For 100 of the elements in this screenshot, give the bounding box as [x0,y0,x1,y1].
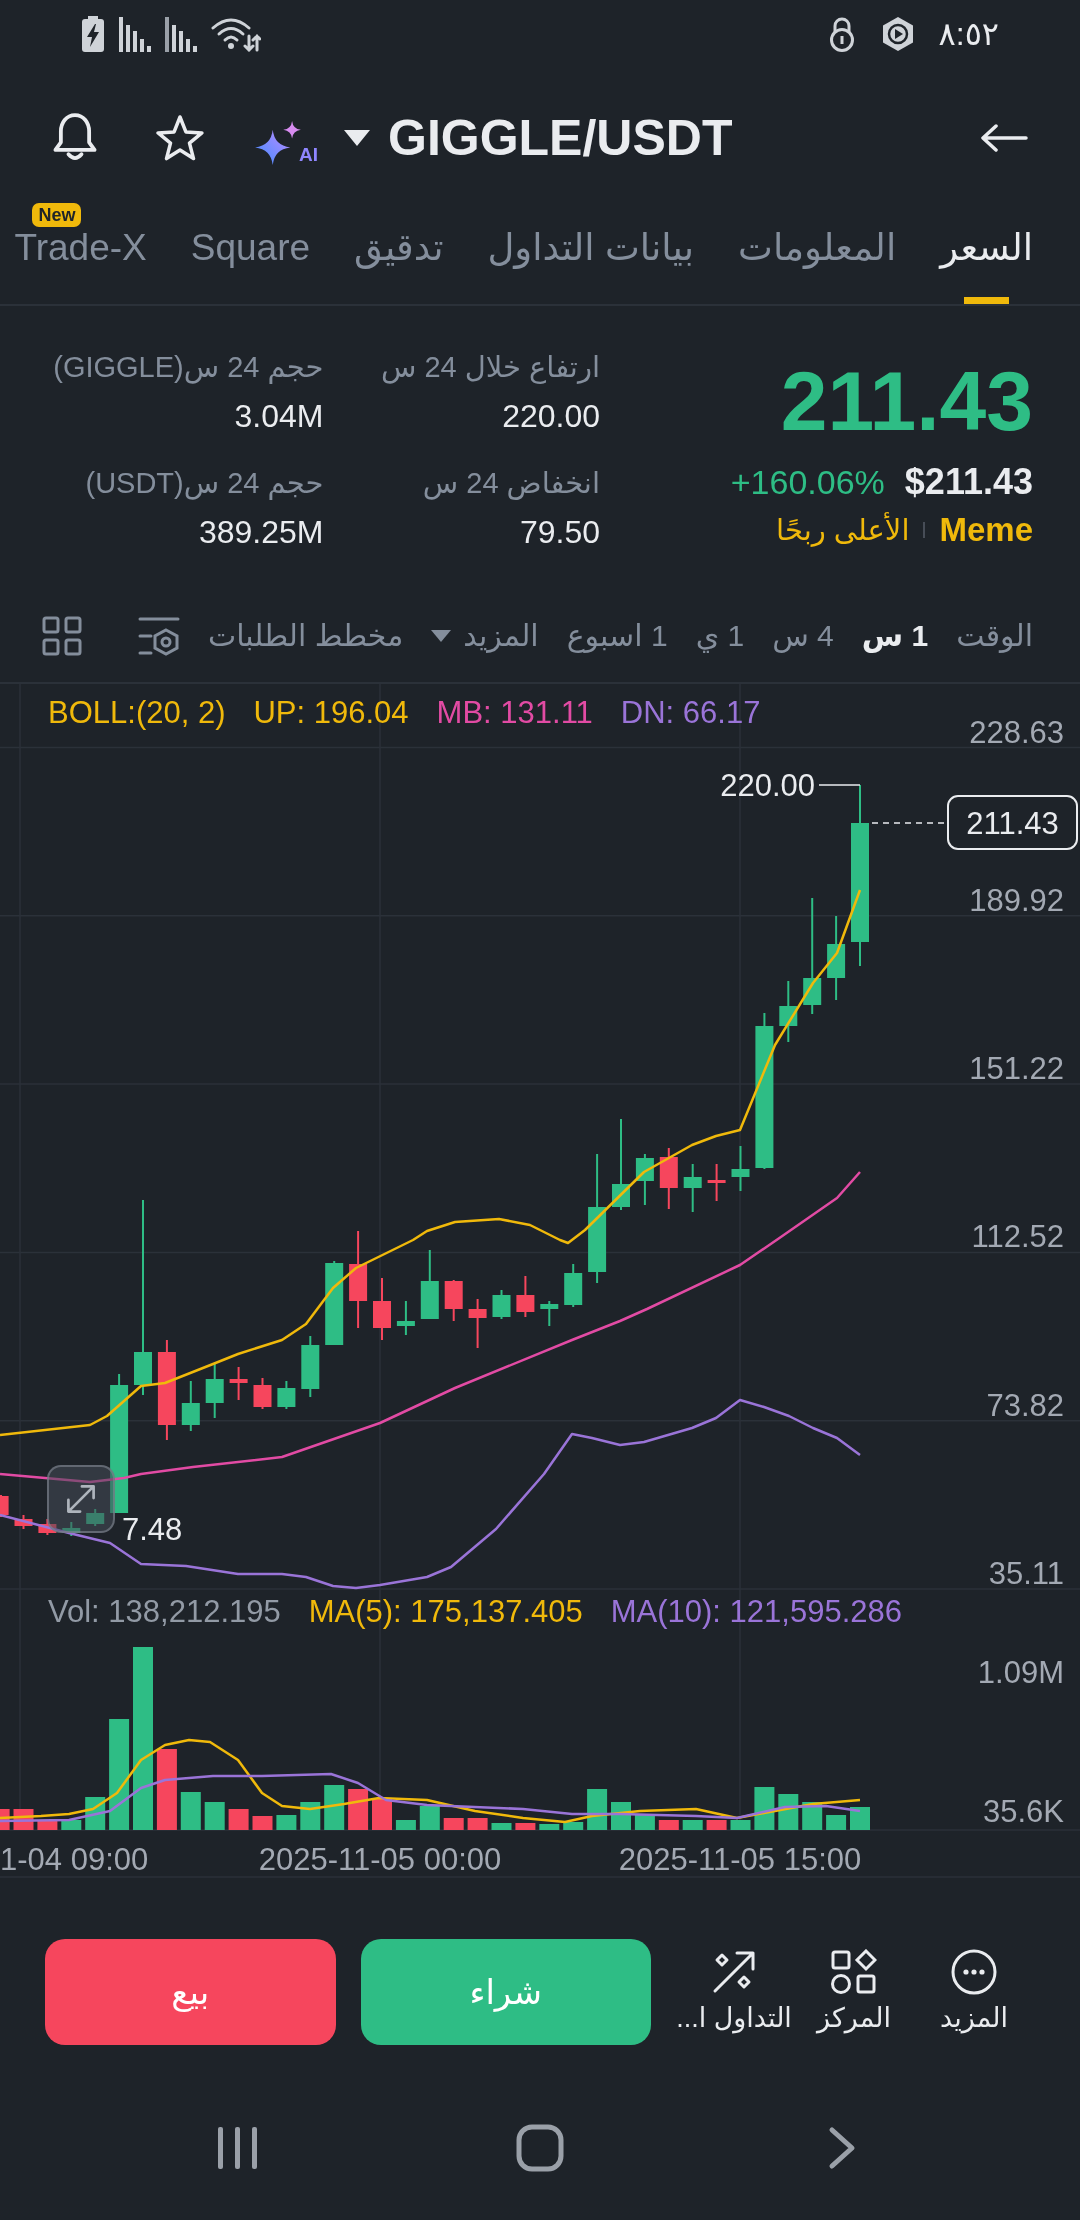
bearish-candle [38,1518,57,1536]
volume-axis-label: 35.6K [983,1794,1064,1829]
shapes-icon [831,1949,877,1995]
leader-line [818,784,861,786]
bullish-candle [635,1153,654,1206]
trend-arrow-icon [711,1949,757,1995]
hexagon-play-icon [880,16,915,52]
bullish-candle [540,1300,559,1327]
bullish-candle [205,1363,224,1419]
indicator-legend: BOLL:(20, 2) [48,695,226,731]
expand-button[interactable] [47,1465,115,1533]
back-arrow-icon[interactable] [980,123,1028,153]
tag-link[interactable]: الأعلى ربحًا [776,510,910,550]
bullish-candle [86,1508,105,1527]
volume-bar [372,1799,392,1830]
bullish-candle [683,1163,702,1213]
tab[interactable]: Trade-X [14,228,147,268]
trade-button[interactable]: التداول ا... [678,1949,790,2035]
tag-link[interactable]: Meme [939,510,1033,550]
high-price-label: 220.00 [720,768,815,803]
volume-bar [395,1820,416,1830]
bearish-candle [659,1147,678,1210]
price-axis-label: 73.82 [986,1387,1064,1423]
interval-tab[interactable]: 1 ي [695,616,745,656]
volume-bar [730,1820,751,1830]
low-price-label: 7.48 [122,1512,183,1547]
bullish-candle [779,980,798,1043]
volume-bar [276,1815,297,1830]
star-icon[interactable] [155,115,205,161]
volume-bar [754,1787,775,1830]
volume-bar [587,1789,608,1830]
new-badge: New [32,203,82,227]
bullish-candle [301,1335,320,1398]
bearish-candle [253,1377,272,1410]
more-dropdown[interactable]: المزيد [431,616,539,656]
price-change: +160.06% [730,462,885,503]
bearish-candle [444,1279,463,1322]
grid-layout-icon[interactable] [41,616,82,656]
indicator-legend: MB: 131.11 [436,695,593,731]
tab[interactable]: بيانات التداول [487,228,695,268]
toolbar-label: الوقت [956,618,1033,655]
indicator-legend: DN: 66.17 [620,695,761,731]
depth-chart-button[interactable]: مخطط الطلبات [207,616,404,656]
volume-bar [539,1824,560,1830]
last-price-tag: 211.43 [947,795,1078,850]
stat-value: 389.25M [198,513,324,552]
last-price: 211.43 [780,356,1033,446]
volume-bar [850,1807,870,1830]
sell-button[interactable]: بيع [45,1939,336,2045]
time-axis-label: 1-04 09:00 [0,1842,149,1877]
ai-button[interactable]: AI [255,111,318,165]
price-axis-label: 228.63 [969,714,1064,750]
tab[interactable]: Square [190,228,311,268]
chart-settings-icon[interactable] [137,615,180,657]
bullish-candle [420,1249,439,1320]
bullish-candle [181,1380,200,1432]
bearish-candle [0,1494,9,1518]
sparkle-icon [255,121,301,165]
interval-tab[interactable]: 4 س [772,616,834,656]
bullish-candle [492,1289,511,1320]
home-icon[interactable] [516,2124,564,2172]
signal-icon [165,16,197,52]
back-icon[interactable] [828,2126,856,2170]
stat-label: حجم 24 س(GIGGLE) [53,350,324,386]
position-button[interactable]: المركز [798,1949,910,2035]
price-axis-label: 189.92 [969,882,1064,918]
stat-value: 79.50 [519,513,600,552]
volume-legend: Vol: 138,212.195 [48,1594,281,1630]
interval-tab[interactable]: 1 س [861,616,929,656]
pair-selector[interactable]: GIGGLE/USDT [344,109,733,167]
bearish-candle [468,1298,487,1349]
recent-apps-icon[interactable] [218,2127,258,2169]
stat-value: 3.04M [234,397,324,436]
bearish-candle [14,1514,33,1530]
bullish-candle [396,1300,415,1336]
volume-legend: MA(5): 175,137.405 [308,1594,583,1630]
price-axis-label: 112.52 [971,1219,1064,1255]
more-button[interactable]: المزيد [918,1949,1030,2035]
interval-tab[interactable]: 1 اسبوع [566,616,668,656]
stat-label: انخفاض 24 س [422,466,600,502]
status-time: ٨:٥٢ [938,15,999,54]
indicator-legend: UP: 196.04 [253,695,409,731]
volume-bar [61,1820,82,1830]
usd-price: $211.43 [904,460,1033,504]
buy-button[interactable]: شراء [360,1939,651,2045]
bullish-candle [564,1263,583,1308]
volume-bar [682,1820,703,1830]
tab[interactable]: المعلومات [738,228,897,268]
volume-bar [515,1823,536,1830]
bullish-candle [731,1145,750,1192]
tab[interactable]: تدقيق [354,228,444,268]
tab-indicator [964,297,1010,304]
volume-bar [204,1802,225,1830]
volume-bar [563,1822,584,1830]
bullish-candle [62,1521,81,1537]
volume-axis-label: 1.09M [977,1655,1064,1690]
stat-label: حجم 24 س(USDT) [85,466,324,502]
volume-bar [37,1820,58,1830]
bullish-candle [277,1380,296,1410]
tab[interactable]: السعر [940,228,1033,268]
